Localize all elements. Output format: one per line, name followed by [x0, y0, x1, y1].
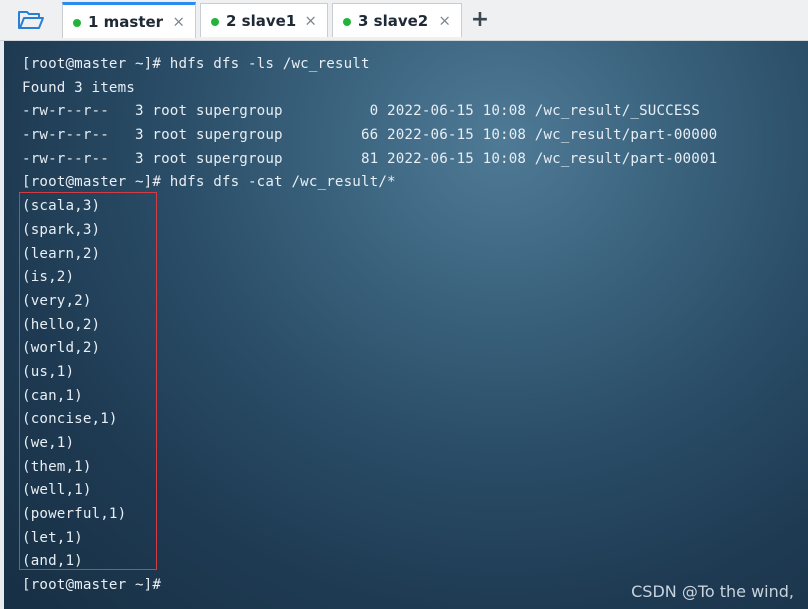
- close-icon[interactable]: ×: [304, 11, 317, 29]
- terminal-line: (spark,3): [22, 221, 101, 238]
- tab-label: 2 slave1: [226, 11, 297, 30]
- terminal-line: -rw-r--r-- 3 root supergroup 81 2022-06-…: [22, 150, 718, 167]
- terminal-line: [root@master ~]# hdfs dfs -cat /wc_resul…: [22, 174, 396, 191]
- terminal-line: (us,1): [22, 363, 75, 380]
- terminal-line: (learn,2): [22, 245, 101, 262]
- terminal-app-window: 1 master × 2 slave1 × 3 slave2 × + [root…: [0, 0, 808, 609]
- session-tab-bar: 1 master × 2 slave1 × 3 slave2 × +: [0, 0, 808, 41]
- close-icon[interactable]: ×: [438, 11, 451, 29]
- connected-status-icon: [211, 17, 219, 26]
- add-tab-button[interactable]: +: [468, 6, 492, 32]
- terminal-line: (them,1): [22, 458, 92, 475]
- tab-slave1[interactable]: 2 slave1 ×: [200, 3, 328, 37]
- terminal-line: [root@master ~]# hdfs dfs -ls /wc_result: [22, 56, 370, 72]
- tab-master[interactable]: 1 master ×: [62, 2, 196, 38]
- terminal-line: (is,2): [22, 269, 75, 286]
- watermark: CSDN @To the wind,: [631, 582, 794, 601]
- tab-label: 3 slave2: [358, 11, 429, 30]
- terminal-line: (can,1): [22, 387, 83, 404]
- terminal-line: (hello,2): [22, 316, 101, 333]
- terminal-lines: [root@master ~]# hdfs dfs -ls /wc_result…: [22, 53, 717, 598]
- tab-slave2[interactable]: 3 slave2 ×: [332, 3, 462, 37]
- terminal-line: (scala,3): [22, 198, 101, 215]
- terminal-line: (concise,1): [22, 411, 118, 428]
- terminal-line: [root@master ~]#: [22, 577, 170, 594]
- terminal-line: Found 3 items: [22, 79, 135, 96]
- terminal-line: (well,1): [22, 482, 92, 499]
- terminal-line: (world,2): [22, 340, 101, 357]
- terminal-output[interactable]: [root@master ~]# hdfs dfs -ls /wc_result…: [4, 41, 808, 609]
- terminal-line: (and,1): [22, 553, 83, 570]
- terminal-line: (let,1): [22, 529, 83, 546]
- terminal-line: -rw-r--r-- 3 root supergroup 0 2022-06-1…: [22, 103, 700, 120]
- terminal-line: (very,2): [22, 292, 92, 309]
- terminal-line: (powerful,1): [22, 506, 127, 523]
- terminal-line: (we,1): [22, 435, 75, 451]
- close-icon[interactable]: ×: [172, 12, 185, 30]
- terminal-line: -rw-r--r-- 3 root supergroup 66 2022-06-…: [22, 127, 718, 144]
- open-session-button[interactable]: [14, 7, 48, 33]
- folder-open-icon: [18, 11, 44, 29]
- connected-status-icon: [73, 18, 81, 27]
- tab-label: 1 master: [88, 12, 164, 31]
- connected-status-icon: [343, 17, 351, 26]
